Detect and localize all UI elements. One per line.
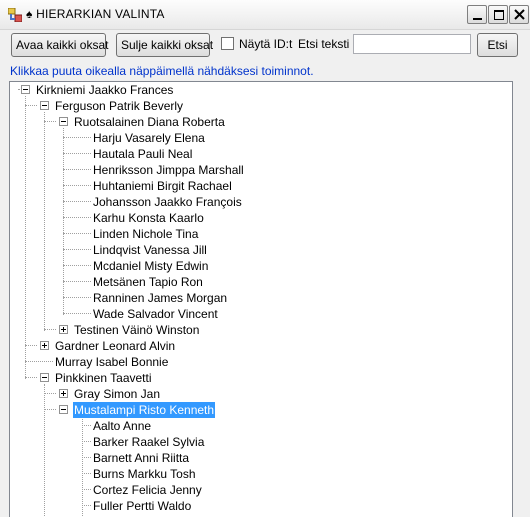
tree-line <box>44 329 56 330</box>
hierarchy-tree[interactable]: Kirkniemi Jaakko Frances Ferguson Patrik… <box>9 81 513 517</box>
tree-line <box>63 297 91 298</box>
tree-line <box>63 153 91 154</box>
tree-line <box>82 457 91 458</box>
tree-node[interactable]: Ranninen James Morgan <box>92 290 228 306</box>
tree-line <box>44 112 45 331</box>
tree-node[interactable]: Testinen Väinö Winston <box>73 322 200 338</box>
collapse-toggle-ferguson[interactable] <box>40 101 49 110</box>
collapse-toggle-kirkniemi[interactable] <box>21 85 30 94</box>
tree-node[interactable]: Mcdaniel Misty Edwin <box>92 258 209 274</box>
tree-line <box>44 409 56 410</box>
tree-line <box>63 169 91 170</box>
collapse-all-button[interactable]: Sulje kaikki oksat <box>116 33 213 57</box>
spade-icon: ♠ <box>26 7 33 21</box>
expand-toggle-gardner[interactable] <box>40 341 49 350</box>
tree-line <box>63 313 91 314</box>
tree-line <box>25 96 26 379</box>
expand-toggle-gray[interactable] <box>59 389 68 398</box>
tree-node[interactable]: Gardner Leonard Alvin <box>54 338 176 354</box>
tree-node[interactable]: Cortez Felicia Jenny <box>92 482 203 498</box>
title-bar: ♠ HIERARKIAN VALINTA <box>0 0 530 30</box>
tree-line <box>63 249 91 250</box>
tree-node[interactable]: Linden Nichole Tina <box>92 226 199 242</box>
tree-node[interactable]: Huhtaniemi Birgit Rachael <box>92 178 233 194</box>
tree-line <box>25 345 37 346</box>
collapse-toggle-mustalampi[interactable] <box>59 405 68 414</box>
close-button[interactable] <box>509 5 529 24</box>
minimize-icon <box>473 18 482 20</box>
tree-line <box>25 361 53 362</box>
tree-node[interactable]: Hautala Pauli Neal <box>92 146 193 162</box>
show-ids-label: Näytä ID:t <box>239 37 293 51</box>
expand-all-button[interactable]: Avaa kaikki oksat <box>11 33 109 57</box>
tree-line <box>63 185 91 186</box>
tree-node[interactable]: Ruotsalainen Diana Roberta <box>73 114 226 130</box>
minimize-button[interactable] <box>467 5 487 24</box>
tree-node[interactable]: Barnett Anni Riitta <box>92 450 190 466</box>
tree-node[interactable]: Karhu Konsta Kaarlo <box>92 210 205 226</box>
search-label: Etsi teksti <box>298 37 350 51</box>
maximize-icon <box>494 10 504 20</box>
tree-node[interactable]: Metsänen Tapio Ron <box>92 274 204 290</box>
tree-line <box>82 473 91 474</box>
show-ids-checkbox[interactable] <box>221 37 234 50</box>
search-input[interactable] <box>353 34 471 54</box>
tree-node[interactable]: Pinkkinen Taavetti <box>54 370 153 386</box>
tree-line <box>63 201 91 202</box>
tree-node[interactable]: Fuller Pertti Waldo <box>92 498 192 514</box>
tree-node[interactable]: Henriksson Jimppa Marshall <box>92 162 245 178</box>
close-icon <box>514 9 525 20</box>
tree-node[interactable]: Burns Markku Tosh <box>92 466 197 482</box>
tree-line <box>63 128 64 315</box>
hint-text: Klikkaa puuta oikealla näppäimellä nähdä… <box>10 64 314 78</box>
tree-line <box>44 393 56 394</box>
tree-line <box>44 384 45 517</box>
tree-node[interactable]: Barker Raakel Sylvia <box>92 434 205 450</box>
tree-node[interactable]: Murray Isabel Bonnie <box>54 354 169 370</box>
tree-line <box>82 425 91 426</box>
tree-line <box>63 281 91 282</box>
tree-line <box>63 217 91 218</box>
tree-node[interactable]: Gray Simon Jan <box>73 386 161 402</box>
tree-node-selected[interactable]: Mustalampi Risto Kenneth <box>73 402 216 418</box>
tree-node[interactable]: Harju Vasarely Elena <box>92 130 206 146</box>
expand-toggle-testinen[interactable] <box>59 325 68 334</box>
tree-node[interactable]: Aalto Anne <box>92 418 152 434</box>
window-title: ♠ HIERARKIAN VALINTA <box>26 7 165 21</box>
tree-line <box>82 416 83 517</box>
tree-node[interactable]: Wade Salvador Vincent <box>92 306 219 322</box>
tree-node[interactable]: Ferguson Patrik Beverly <box>54 98 184 114</box>
search-button[interactable]: Etsi <box>477 33 518 57</box>
tree-node[interactable]: Johansson Jaakko François <box>92 194 243 210</box>
tree-node[interactable]: Lindqvist Vanessa Jill <box>92 242 208 258</box>
tree-line <box>63 137 91 138</box>
tree-line <box>63 265 91 266</box>
tree-line <box>63 233 91 234</box>
tree-line <box>82 489 91 490</box>
app-icon[interactable] <box>7 7 23 23</box>
collapse-toggle-ruotsalainen[interactable] <box>59 117 68 126</box>
collapse-toggle-pinkkinen[interactable] <box>40 373 49 382</box>
maximize-button[interactable] <box>488 5 508 24</box>
tree-line <box>25 377 37 378</box>
tree-node-root[interactable]: Kirkniemi Jaakko Frances <box>35 82 174 98</box>
tree-line <box>82 441 91 442</box>
tree-line <box>25 105 37 106</box>
tree-line <box>44 121 56 122</box>
tree-line <box>82 505 91 506</box>
